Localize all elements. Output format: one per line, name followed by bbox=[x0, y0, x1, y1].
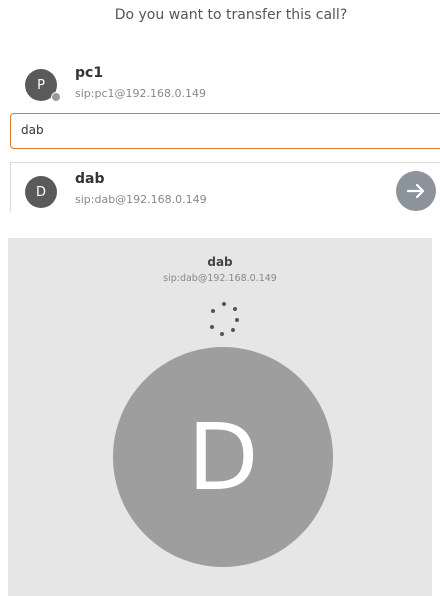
search-result-item[interactable]: D dab sip:dab@192.168.0.149 bbox=[10, 162, 440, 212]
avatar-initial: D bbox=[35, 184, 46, 200]
arrow-right-icon bbox=[406, 183, 425, 199]
status-dot-icon bbox=[51, 92, 61, 102]
spinner-icon bbox=[210, 302, 239, 336]
dialog-title: Do you want to transfer this call? bbox=[114, 7, 348, 23]
search-input[interactable] bbox=[21, 123, 421, 137]
contact-name: dab bbox=[75, 171, 105, 187]
calling-contact-name: dab bbox=[207, 255, 233, 269]
calling-avatar: D bbox=[113, 347, 333, 567]
calling-contact-address: sip:dab@192.168.0.149 bbox=[163, 273, 277, 284]
avatar-initial: P bbox=[37, 77, 45, 93]
calling-panel: dab sip:dab@192.168.0.149 D bbox=[8, 238, 432, 596]
calling-avatar-initial: D bbox=[187, 403, 259, 511]
contact-name: pc1 bbox=[75, 65, 104, 81]
search-field[interactable] bbox=[10, 113, 440, 149]
avatar: D bbox=[25, 176, 57, 208]
contact-address: sip:pc1@192.168.0.149 bbox=[75, 87, 206, 100]
transfer-button[interactable] bbox=[396, 171, 436, 211]
contact-address: sip:dab@192.168.0.149 bbox=[75, 193, 207, 206]
